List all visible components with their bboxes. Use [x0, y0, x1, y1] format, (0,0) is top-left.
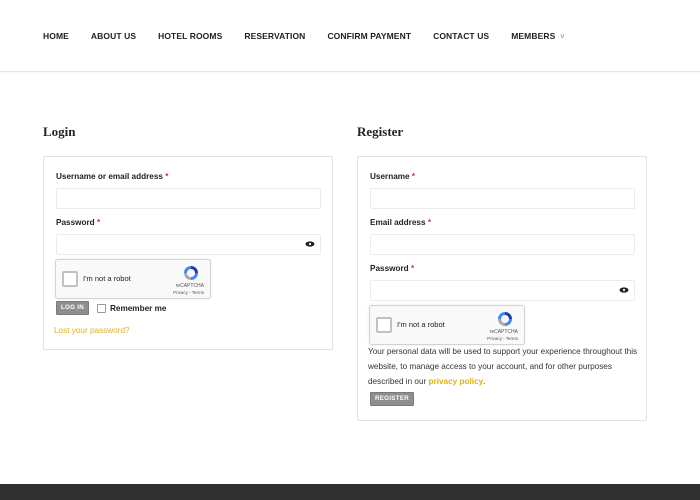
register-password-input[interactable] — [370, 280, 635, 301]
register-password-label-text: Password — [370, 264, 409, 273]
top-navigation: HOME ABOUT US HOTEL ROOMS RESERVATION CO… — [0, 0, 700, 72]
chevron-down-icon: ˅ — [560, 34, 565, 41]
register-title: Register — [357, 124, 404, 139]
register-email-label: Email address * — [370, 218, 431, 227]
login-password-label-text: Password — [56, 218, 95, 227]
register-username-label: Username * — [370, 172, 415, 181]
recaptcha-links[interactable]: Privacy - Terms — [173, 290, 204, 295]
login-recaptcha: I'm not a robot reCAPTCHA Privacy - Term… — [55, 259, 211, 299]
required-mark: * — [96, 218, 101, 227]
recaptcha-label: I'm not a robot — [397, 320, 445, 329]
privacy-notice: Your personal data will be used to suppo… — [368, 344, 638, 389]
register-password-label: Password * — [370, 264, 414, 273]
required-mark: * — [165, 172, 169, 181]
footer-bar — [0, 484, 700, 500]
recaptcha-links[interactable]: Privacy - Terms — [487, 336, 518, 341]
nav-item-contact-us[interactable]: CONTACT US — [433, 31, 489, 41]
recaptcha-brand: reCAPTCHA — [489, 329, 518, 335]
eye-icon[interactable] — [619, 286, 629, 296]
nav-item-members[interactable]: MEMBERS ˅ — [511, 31, 564, 41]
nav-item-about-us[interactable]: ABOUT US — [91, 31, 136, 41]
register-username-input[interactable] — [370, 188, 635, 209]
login-username-label-text: Username or email address — [56, 172, 163, 181]
login-title: Login — [43, 124, 76, 139]
recaptcha-logo-icon — [498, 312, 512, 326]
lost-password-link[interactable]: Lost your password? — [54, 326, 130, 335]
login-username-input[interactable] — [56, 188, 321, 209]
register-form: Username * Email address * Password * I'… — [357, 156, 647, 421]
nav-item-confirm-payment[interactable]: CONFIRM PAYMENT — [327, 31, 411, 41]
login-form: Username or email address * Password * I… — [43, 156, 333, 350]
recaptcha-label: I'm not a robot — [83, 274, 131, 283]
recaptcha-checkbox[interactable] — [376, 317, 392, 333]
nav-item-home[interactable]: HOME — [43, 31, 69, 41]
required-mark: * — [410, 264, 415, 273]
login-button[interactable]: LOG IN — [56, 301, 89, 315]
nav-item-hotel-rooms[interactable]: HOTEL ROOMS — [158, 31, 222, 41]
nav-menu: HOME ABOUT US HOTEL ROOMS RESERVATION CO… — [43, 31, 587, 41]
login-username-label: Username or email address * — [56, 172, 168, 181]
register-button[interactable]: REGISTER — [370, 392, 414, 406]
login-password-input[interactable] — [56, 234, 321, 255]
required-mark: * — [411, 172, 416, 181]
privacy-text: Your personal data will be used to suppo… — [368, 347, 638, 386]
eye-icon[interactable] — [305, 240, 315, 250]
recaptcha-logo-icon — [184, 266, 198, 280]
privacy-policy-link[interactable]: privacy policy — [429, 377, 484, 386]
remember-me-checkbox[interactable] — [97, 304, 106, 313]
nav-item-reservation[interactable]: RESERVATION — [244, 31, 305, 41]
login-password-label: Password * — [56, 218, 100, 227]
register-recaptcha: I'm not a robot reCAPTCHA Privacy - Term… — [369, 305, 525, 345]
recaptcha-checkbox[interactable] — [62, 271, 78, 287]
privacy-text-end: . — [483, 377, 486, 386]
required-mark: * — [427, 218, 431, 227]
nav-item-members-label: MEMBERS — [511, 31, 556, 41]
remember-me-label: Remember me — [110, 304, 167, 313]
recaptcha-brand: reCAPTCHA — [175, 283, 204, 289]
register-email-label-text: Email address — [370, 218, 426, 227]
register-username-label-text: Username — [370, 172, 410, 181]
register-email-input[interactable] — [370, 234, 635, 255]
